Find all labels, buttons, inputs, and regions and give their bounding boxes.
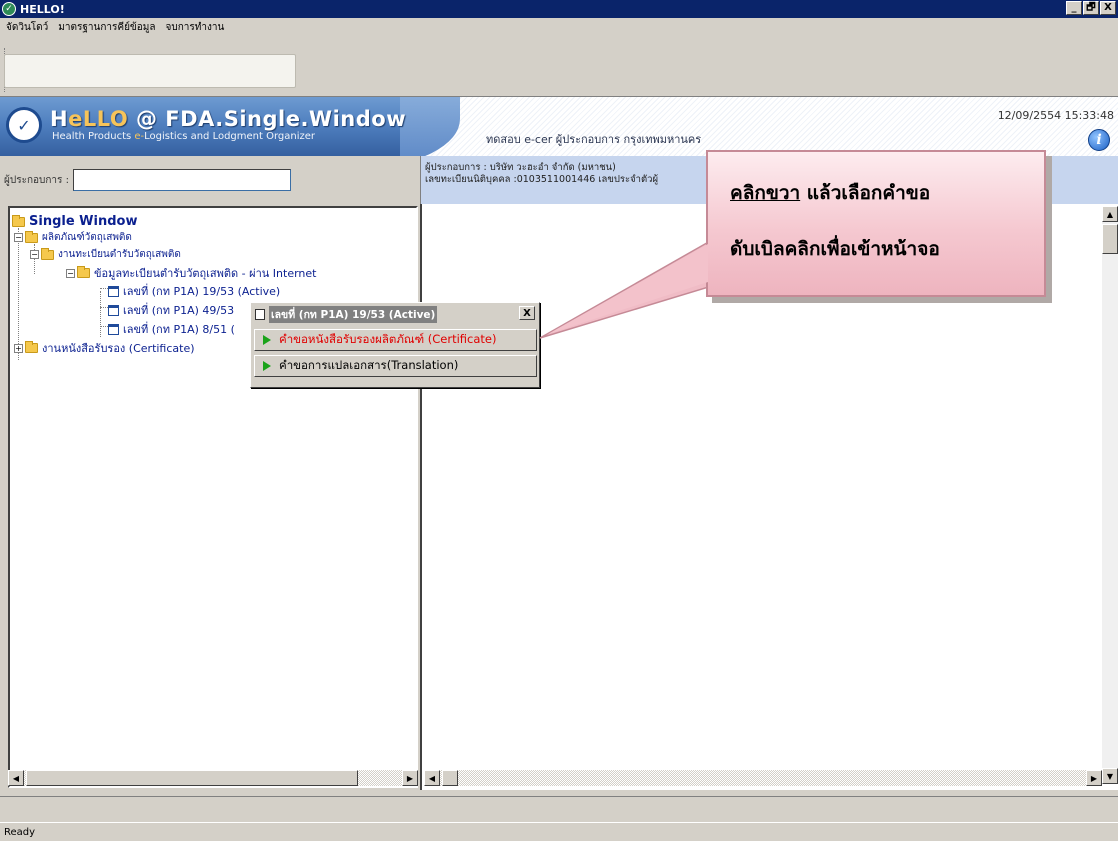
scroll-thumb[interactable] bbox=[442, 770, 458, 786]
menu-item-label: คำขอหนังสือรับรองผลิตภัณฑ์ (Certificate) bbox=[279, 332, 497, 346]
app-banner: ✓ HeLLO @ FDA.Single.Window Health Produ… bbox=[0, 96, 1118, 156]
operator-input[interactable] bbox=[72, 169, 291, 191]
window-titlebar: ✓ HELLO! _ 🗗 X bbox=[0, 0, 1118, 18]
tree-label: ข้อมูลทะเบียนตำรับวัตถุเสพติด - ผ่าน Int… bbox=[94, 267, 317, 280]
scroll-thumb[interactable] bbox=[1102, 224, 1118, 254]
brand-title-ello: eLLO bbox=[68, 107, 129, 131]
scroll-thumb[interactable] bbox=[26, 770, 358, 786]
operator-label: ผู้ประกอบการ : bbox=[4, 174, 69, 186]
banner-datetime: 12/09/2554 15:33:48 bbox=[997, 109, 1114, 122]
tree-node-leaf-19-53[interactable]: เลขที่ (กท P1A) 19/53 (Active) bbox=[108, 282, 280, 300]
tree-node-registration[interactable]: − งานทะเบียนตำรับวัตถุเสพติด bbox=[30, 247, 181, 262]
folder-icon bbox=[77, 266, 90, 278]
document-icon bbox=[255, 308, 265, 320]
menu-item-label: คำขอการแปลเอกสาร(Translation) bbox=[279, 358, 459, 372]
maximize-button[interactable]: 🗗 bbox=[1083, 1, 1099, 15]
minimize-button[interactable]: _ bbox=[1066, 1, 1082, 15]
folder-icon bbox=[25, 230, 38, 243]
tree-node-certificate[interactable]: + งานหนังสือรับรอง (Certificate) bbox=[14, 339, 195, 357]
scroll-left-button[interactable]: ◀ bbox=[8, 770, 24, 786]
toolbar bbox=[4, 54, 296, 88]
tree-node-narcotic-products[interactable]: − ผลิตภัณฑ์วัตถุเสพติด bbox=[14, 230, 132, 245]
fda-logo-icon: ✓ bbox=[6, 107, 42, 143]
content-horizontal-scrollbar[interactable]: ◀ ▶ bbox=[424, 770, 1102, 786]
tree-label: เลขที่ (กท P1A) 8/51 ( bbox=[123, 323, 235, 336]
brand-title: HeLLO @ FDA.Single.Window bbox=[50, 107, 406, 131]
scroll-left-button[interactable]: ◀ bbox=[424, 770, 440, 786]
status-bar: Ready bbox=[0, 822, 1118, 841]
context-menu: เลขที่ (กท P1A) 19/53 (Active) X คำขอหนั… bbox=[250, 302, 540, 388]
context-menu-close-button[interactable]: X bbox=[519, 306, 535, 320]
instruction-callout: คลิกขวา แล้วเลือกคำขอ ดับเบิลคลิกเพื่อเข… bbox=[706, 150, 1046, 297]
callout-line-1: คลิกขวา แล้วเลือกคำขอ bbox=[730, 178, 930, 208]
info-icon[interactable]: i bbox=[1088, 129, 1110, 151]
menu-item-window[interactable]: จัดวินโดว์ bbox=[4, 20, 50, 35]
tree-label: Single Window bbox=[29, 214, 138, 229]
scroll-down-button[interactable]: ▼ bbox=[1102, 768, 1118, 784]
callout-line-2: ดับเบิลคลิกเพื่อเข้าหน้าจอ bbox=[730, 238, 940, 260]
context-menu-title: เลขที่ (กท P1A) 19/53 (Active) X bbox=[253, 305, 537, 323]
collapse-icon[interactable]: − bbox=[30, 250, 39, 259]
tree-label: งานหนังสือรับรอง (Certificate) bbox=[42, 342, 195, 355]
window-controls: _ 🗗 X bbox=[1066, 1, 1116, 15]
play-icon bbox=[263, 361, 271, 371]
app-logo-icon: ✓ bbox=[2, 2, 16, 16]
scroll-up-button[interactable]: ▲ bbox=[1102, 206, 1118, 222]
document-icon bbox=[108, 323, 119, 335]
callout-right-click: คลิกขวา bbox=[730, 182, 801, 204]
scroll-right-button[interactable]: ▶ bbox=[402, 770, 418, 786]
collapse-icon[interactable]: − bbox=[14, 233, 23, 242]
callout-select-request: แล้วเลือกคำขอ bbox=[800, 182, 931, 204]
tree-label: เลขที่ (กท P1A) 49/53 bbox=[123, 304, 235, 317]
tree-label: เลขที่ (กท P1A) 19/53 (Active) bbox=[123, 285, 281, 298]
play-icon bbox=[263, 335, 271, 345]
tree-node-registration-internet[interactable]: − ข้อมูลทะเบียนตำรับวัตถุเสพติด - ผ่าน I… bbox=[66, 264, 316, 282]
brand-sub-e: e- bbox=[134, 131, 145, 142]
menu-item-exit[interactable]: จบการทำงาน bbox=[164, 20, 227, 35]
menu-item-translation-request[interactable]: คำขอการแปลเอกสาร(Translation) bbox=[254, 355, 537, 377]
collapse-icon[interactable]: − bbox=[66, 268, 75, 278]
brand-sub-rest: Logistics and Lodgment Organizer bbox=[144, 131, 316, 142]
brand-title-rest: @ FDA.Single.Window bbox=[128, 107, 407, 131]
folder-icon bbox=[12, 214, 25, 227]
navigation-tree: Single Window − ผลิตภัณฑ์วัตถุเสพติด − ง… bbox=[8, 206, 418, 788]
tree-label: ผลิตภัณฑ์วัตถุเสพติด bbox=[42, 232, 132, 243]
menu-bar: จัดวินโดว์ มาตรฐานการคีย์ข้อมูล จบการทำง… bbox=[0, 18, 1118, 36]
bottom-panel bbox=[0, 796, 1118, 822]
menu-item-certificate-request[interactable]: คำขอหนังสือรับรองผลิตภัณฑ์ (Certificate) bbox=[254, 329, 537, 351]
context-menu-title-text: เลขที่ (กท P1A) 19/53 (Active) bbox=[269, 305, 438, 323]
tree-horizontal-scrollbar[interactable]: ◀ ▶ bbox=[8, 770, 418, 786]
folder-icon bbox=[41, 247, 54, 260]
tree-node-leaf-49-53[interactable]: เลขที่ (กท P1A) 49/53 bbox=[108, 301, 234, 319]
close-button[interactable]: X bbox=[1100, 1, 1116, 15]
banner-user-info: ทดสอบ e-cer ผู้ประกอบการ กรุงเทพมหานคร bbox=[486, 133, 702, 146]
tree-connector bbox=[100, 291, 101, 337]
status-text: Ready bbox=[4, 826, 36, 838]
menu-item-key-standard[interactable]: มาตรฐานการคีย์ข้อมูล bbox=[56, 20, 157, 35]
window-title: HELLO! bbox=[20, 2, 65, 16]
brand-title-h: H bbox=[50, 107, 69, 131]
scroll-right-button[interactable]: ▶ bbox=[1086, 770, 1102, 786]
document-icon bbox=[108, 304, 119, 316]
folder-icon bbox=[25, 341, 38, 353]
tree-label: งานทะเบียนตำรับวัตถุเสพติด bbox=[58, 249, 181, 260]
tree-node-root[interactable]: Single Window bbox=[12, 214, 137, 229]
document-icon bbox=[108, 285, 119, 297]
operator-search-bar: ผู้ประกอบการ : bbox=[0, 156, 420, 204]
expand-icon[interactable]: + bbox=[14, 343, 23, 353]
tree-node-leaf-8-51[interactable]: เลขที่ (กท P1A) 8/51 ( bbox=[108, 320, 235, 338]
content-vertical-scrollbar[interactable]: ▲ ▼ bbox=[1102, 206, 1118, 784]
brand-subtitle: Health Products e-Logistics and Lodgment… bbox=[52, 131, 315, 142]
brand-sub-a: Health Products bbox=[52, 131, 135, 142]
